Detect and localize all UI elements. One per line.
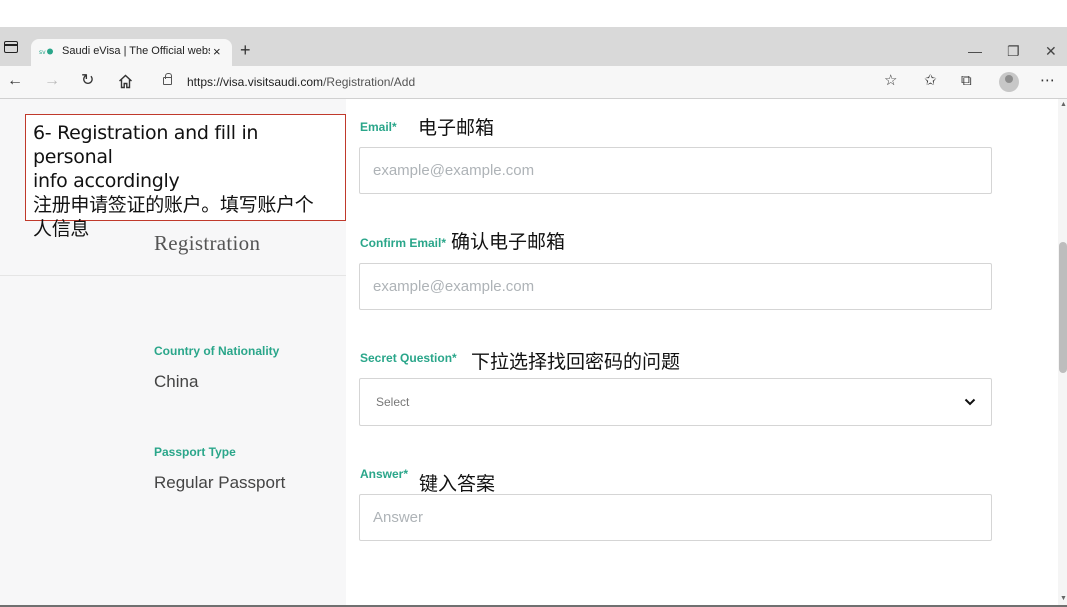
top-gap	[0, 0, 1067, 27]
email-note: 电子邮箱	[418, 117, 495, 139]
left-divider	[0, 275, 346, 276]
forward-icon[interactable]: →	[44, 73, 60, 89]
annotation-line: 人信息	[33, 218, 90, 240]
confirm-email-label: Confirm Email*	[360, 236, 447, 250]
scroll-thumb[interactable]	[1059, 242, 1067, 373]
secret-question-select[interactable]: Select	[359, 378, 992, 426]
collections-icon[interactable]: ⧉	[961, 73, 972, 89]
nationality-value: China	[154, 372, 199, 391]
more-icon[interactable]: ⋯	[1040, 73, 1055, 89]
url-path: /Registration/Add	[323, 75, 416, 89]
refresh-icon[interactable]: ↻	[81, 73, 94, 89]
secret-question-selected: Select	[376, 395, 410, 409]
minimize-icon[interactable]: —	[968, 44, 982, 58]
url-text[interactable]: https://visa.visitsaudi.com/Registration…	[187, 75, 415, 89]
scroll-down-icon[interactable]: ▼	[1060, 595, 1067, 602]
annotation-line: 6- Registration and fill in personal	[33, 122, 259, 168]
home-icon[interactable]	[118, 74, 133, 89]
annotation-callout: 6- Registration and fill in personal inf…	[25, 114, 346, 240]
page-content: Registration Country of Nationality Chin…	[0, 99, 1058, 607]
chevron-down-icon	[964, 398, 976, 406]
secret-question-label: Secret Question*	[360, 351, 457, 365]
answer-label: Answer*	[360, 467, 409, 481]
browser-tab[interactable]: sv Saudi eVisa | The Official website ×	[31, 39, 232, 66]
close-window-icon[interactable]: ✕	[1045, 44, 1057, 58]
lock-icon[interactable]	[163, 73, 172, 85]
nationality-label: Country of Nationality	[154, 344, 280, 358]
answer-field[interactable]	[359, 494, 992, 541]
secret-question-note: 下拉选择找回密码的问题	[471, 351, 681, 373]
annotation-line: info accordingly	[33, 170, 180, 192]
url-host: https://visa.visitsaudi.com	[187, 75, 324, 89]
answer-note: 键入答案	[419, 473, 496, 495]
back-icon[interactable]: ←	[7, 73, 23, 89]
annotation-line: 注册申请签证的账户。填写账户个	[33, 194, 314, 216]
browser-toolbar: ← → ↻ https://visa.visitsaudi.com/Regist…	[0, 66, 1067, 99]
profile-icon[interactable]	[999, 72, 1019, 92]
tab-title: Saudi eVisa | The Official website	[62, 45, 210, 57]
restore-icon[interactable]: ❐	[1007, 44, 1020, 58]
new-tab-button[interactable]: +	[240, 41, 251, 59]
add-favorite-icon[interactable]: ☆	[884, 73, 897, 89]
favicon-icon: sv	[39, 48, 53, 56]
email-field[interactable]	[359, 147, 992, 194]
tab-strip: sv Saudi eVisa | The Official website × …	[0, 27, 1067, 66]
passport-type-label: Passport Type	[154, 445, 236, 459]
confirm-email-note: 确认电子邮箱	[451, 231, 566, 253]
favorites-icon[interactable]: ✩	[924, 73, 937, 89]
tab-actions-icon[interactable]	[4, 41, 18, 53]
page-scrollbar[interactable]: ▲ ▼	[1058, 99, 1067, 607]
confirm-email-field[interactable]	[359, 263, 992, 310]
email-label: Email*	[360, 120, 397, 134]
scroll-up-icon[interactable]: ▲	[1060, 101, 1067, 108]
tab-close-button[interactable]: ×	[213, 44, 221, 59]
passport-type-value: Regular Passport	[154, 473, 286, 492]
svg-text:sv: sv	[39, 49, 46, 56]
address-bar[interactable]: https://visa.visitsaudi.com/Registration…	[150, 70, 914, 95]
